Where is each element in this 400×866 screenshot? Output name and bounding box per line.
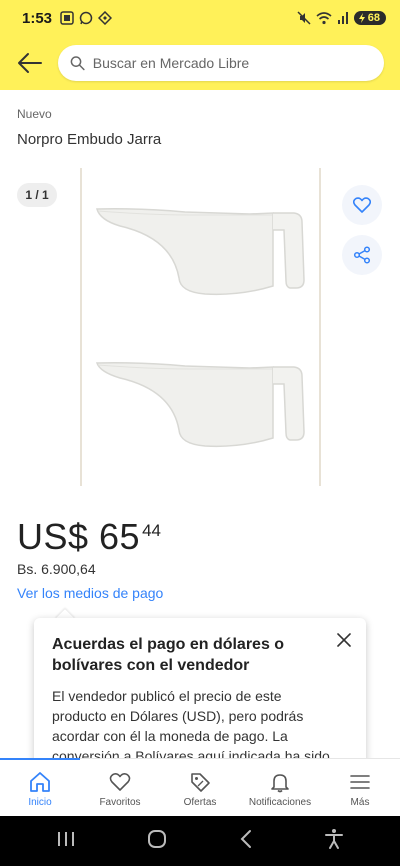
search-box[interactable]: [58, 45, 384, 81]
product-image[interactable]: [80, 168, 321, 486]
home-icon: [30, 772, 50, 792]
whatsapp-icon: [79, 11, 93, 25]
price-local-currency: Bs. 6.900,64: [17, 561, 96, 577]
bell-icon: [271, 774, 289, 793]
image-counter: 1 / 1: [17, 183, 57, 207]
home-system-button[interactable]: [147, 829, 167, 854]
heart-icon: [109, 773, 131, 791]
close-icon: [337, 633, 351, 647]
share-button[interactable]: [342, 235, 382, 275]
nav-item-notificaciones[interactable]: Notificaciones: [240, 759, 320, 816]
arrow-left-icon: [18, 53, 42, 73]
mute-icon: [297, 11, 311, 25]
nav-item-favoritos[interactable]: Favoritos: [80, 759, 160, 816]
status-notification-icons: [60, 11, 113, 25]
battery-charging-icon: [358, 13, 365, 23]
status-time: 1:53: [22, 9, 53, 27]
bottom-navigation: Inicio Favoritos Ofertas Notificaciones …: [0, 758, 400, 816]
nav-label-favoritos: Favoritos: [99, 797, 141, 808]
nav-label-mas: Más: [350, 797, 370, 808]
currency-tooltip: Acuerdas el pago en dólares o bolívares …: [34, 618, 366, 778]
payment-methods-link[interactable]: Ver los medios de pago: [17, 585, 163, 601]
pitcher-illustration: [95, 208, 305, 448]
nav-item-mas[interactable]: Más: [320, 759, 400, 816]
nav-label-inicio: Inicio: [28, 797, 52, 808]
search-input[interactable]: [92, 55, 372, 71]
tooltip-title: Acuerdas el pago en dólares o bolívares …: [52, 636, 285, 674]
nav-item-ofertas[interactable]: Ofertas: [160, 759, 240, 816]
binance-icon: [98, 11, 113, 25]
recents-icon: [57, 831, 74, 846]
app-header: [0, 36, 400, 90]
tooltip-body: El vendedor publicó el precio de este pr…: [52, 688, 330, 764]
nav-active-indicator: [0, 758, 80, 760]
price-amount: US$ 65: [17, 516, 141, 557]
back-system-button[interactable]: [239, 829, 253, 854]
product-title: Norpro Embudo Jarra: [17, 131, 162, 148]
price: US$ 65 44: [17, 516, 161, 558]
accessibility-button[interactable]: [324, 828, 344, 855]
back-button[interactable]: [14, 47, 46, 79]
battery-indicator: 68: [353, 11, 386, 25]
home-circle-icon: [148, 829, 167, 848]
accessibility-icon: [325, 828, 344, 849]
status-bar: 1:53 68: [0, 0, 400, 36]
tooltip-close-button[interactable]: [334, 630, 354, 650]
nav-label-ofertas: Ofertas: [183, 797, 217, 808]
share-icon: [353, 246, 371, 264]
recent-apps-button[interactable]: [56, 830, 76, 853]
screenshot-icon: [60, 11, 74, 25]
search-icon: [70, 56, 85, 71]
nav-label-notificaciones: Notificaciones: [248, 797, 312, 808]
favorite-button[interactable]: [342, 185, 382, 225]
system-navigation-bar: [0, 816, 400, 866]
product-condition: Nuevo: [17, 107, 52, 121]
price-cents: 44: [142, 521, 161, 540]
heart-icon: [353, 197, 371, 213]
status-system-icons: 68: [297, 11, 386, 25]
tag-icon: [191, 773, 210, 792]
signal-icon: [337, 12, 348, 24]
nav-item-inicio[interactable]: Inicio: [0, 759, 80, 816]
menu-icon: [350, 775, 370, 789]
wifi-icon: [316, 12, 332, 25]
chevron-left-icon: [240, 829, 251, 848]
battery-level: 68: [367, 12, 380, 24]
